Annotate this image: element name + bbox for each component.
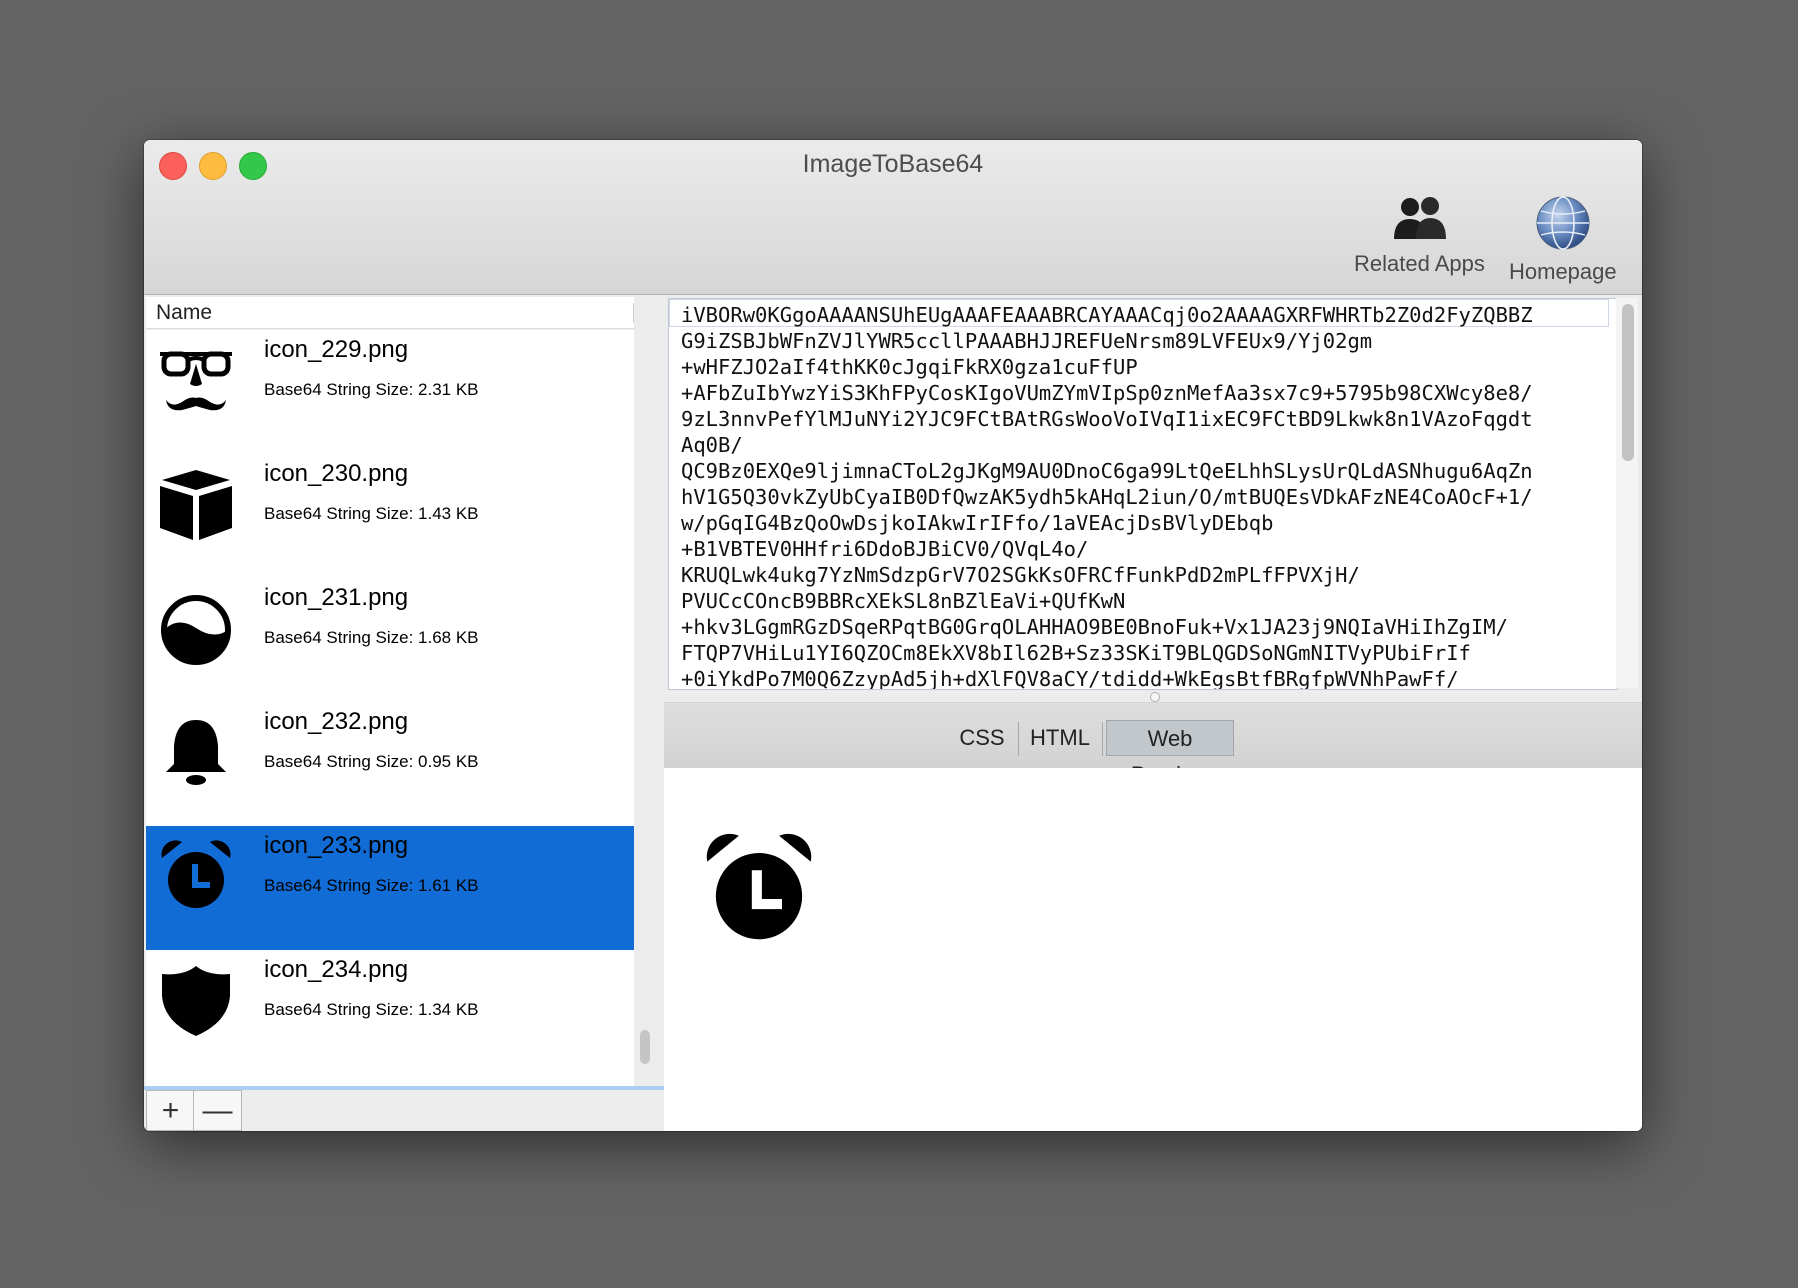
name-column-header[interactable]: Name (146, 297, 634, 329)
code-line: +AFbZuIbYwzYiS3KhFPyCosKIgoVUmZYmVIpSp0z… (681, 381, 1533, 405)
file-name: icon_233.png (264, 832, 409, 859)
file-size: Base64 String Size: 1.43 KB (264, 504, 479, 523)
file-size: Base64 String Size: 0.95 KB (264, 752, 479, 771)
alarm-clock-icon (706, 833, 812, 940)
tab-web-preview[interactable]: Web Preview (1106, 720, 1234, 787)
shield-icon (162, 966, 230, 1036)
code-line: G9iZSBJbWFnZVJlYWR5ccllPAAABHJJREFUeNrsm… (681, 329, 1373, 353)
output-tab-bar: CSS HTML Web Preview (664, 702, 1642, 787)
list-item[interactable]: icon_230.png Base64 String Size: 1.43 KB (146, 454, 634, 578)
people-icon (1394, 197, 1447, 239)
code-line: QC9Bz0EXQe9ljimnaCToL2gJKgM9AU0DnoC6ga99… (681, 459, 1533, 483)
code-line: w/pGqIG4BzQoOwDsjkoIAkwIrIFfo/1aVEAcjDsB… (681, 511, 1274, 535)
file-name: icon_231.png (264, 584, 409, 611)
tab-html[interactable]: HTML (1022, 720, 1098, 756)
list-item-selected[interactable]: icon_233.png Base64 String Size: 1.61 KB (146, 826, 634, 950)
file-size: Base64 String Size: 1.61 KB (264, 876, 479, 895)
file-list[interactable]: icon_229.png Base64 String Size: 2.31 KB… (146, 330, 634, 1089)
base64-text-view[interactable]: iVBORw0KGgoAAAANSUhEUgAAAFEAAABRCAYAAACq… (668, 298, 1618, 690)
glasses-mustache-icon (160, 351, 232, 411)
split-divider[interactable] (664, 690, 1642, 702)
file-list-pane: Name icon_229.png Base64 String Size: 2.… (144, 295, 670, 1090)
code-scrollbar-thumb[interactable] (1622, 304, 1634, 461)
tab-separator (1018, 722, 1019, 756)
file-size: Base64 String Size: 2.31 KB (264, 380, 479, 399)
bell-icon (166, 720, 226, 785)
code-line: +B1VBTEV0HHfri6DdoBJBiCV0/QVqL4o/ (681, 537, 1089, 561)
code-line: iVBORw0KGgoAAAANSUhEUgAAAFEAAABRCAYAAACq… (681, 303, 1533, 327)
add-button[interactable]: + (146, 1090, 195, 1131)
web-preview-area (664, 768, 1642, 1131)
code-scrollbar[interactable] (1616, 298, 1638, 688)
list-item[interactable]: icon_231.png Base64 String Size: 1.68 KB (146, 578, 634, 702)
homepage-button[interactable]: Homepage (1509, 195, 1617, 285)
window-title: ImageToBase64 (802, 150, 984, 178)
related-apps-label: Related Apps (1354, 251, 1485, 276)
alarm-clock-icon (161, 840, 231, 908)
list-item[interactable]: icon_229.png Base64 String Size: 2.31 KB (146, 330, 634, 454)
code-line: Aq0B/ (681, 433, 743, 457)
code-line: +0iYkdPo7M0Q6ZzypAd5jh+dXlFQV8aCY/tdidd+… (681, 667, 1459, 690)
file-name: icon_234.png (264, 956, 409, 983)
code-line: PVUCcCOncB9BBRcXEkSL8nBZlEaVi+QUfKwN (681, 589, 1126, 613)
name-column-label: Name (156, 301, 213, 324)
tab-separator (1102, 722, 1103, 756)
base64-text: iVBORw0KGgoAAAANSUhEUgAAAFEAAABRCAYAAACq… (681, 302, 1601, 690)
list-item[interactable]: icon_234.png Base64 String Size: 1.34 KB (146, 950, 634, 1074)
code-line: KRUQLwk4ukg7YzNmSdzpGrV7O2SGkKsOFRCfFunk… (681, 563, 1360, 587)
list-scrollbar[interactable] (640, 1030, 650, 1064)
file-size: Base64 String Size: 1.68 KB (264, 628, 479, 647)
detail-pane: iVBORw0KGgoAAAANSUhEUgAAAFEAAABRCAYAAACq… (664, 295, 1642, 1131)
app-window: ImageToBase64 Related Apps Homepage Name… (144, 140, 1642, 1131)
file-name: icon_229.png (264, 336, 409, 363)
file-size: Base64 String Size: 1.34 KB (264, 1000, 479, 1019)
file-name: icon_230.png (264, 460, 409, 487)
column-separator (633, 303, 634, 323)
title-bar: ImageToBase64 Related Apps Homepage (144, 140, 1642, 295)
list-bottom-bar: + — (144, 1090, 664, 1131)
related-apps-button[interactable]: Related Apps (1354, 195, 1485, 277)
code-line: hV1G5Q30vkZyUbCyaIB0DfQwzAK5ydh5kAHqL2iu… (681, 485, 1533, 509)
code-line: +wHFZJO2aIf4thKK0cJgqiFkRX0gza1cuFfUP (681, 355, 1138, 379)
wave-circle-icon (161, 595, 231, 665)
homepage-label: Homepage (1509, 259, 1617, 284)
code-line: FTQP7VHiLu1YI6QZOCm8EkXV8bIl62B+Sz33SKiT… (681, 641, 1471, 665)
code-line: +hkv3LGgmRGzDSqeRPqtBG0GrqOLAHHAO9BE0Bno… (681, 615, 1508, 639)
remove-button[interactable]: — (193, 1090, 242, 1131)
tab-css[interactable]: CSS (952, 720, 1012, 756)
cube-icon (160, 470, 232, 540)
split-handle[interactable] (1150, 692, 1160, 702)
code-line: 9zL3nnvPefYlMJuNYi2YJC9FCtBAtRGsWooVoIVq… (681, 407, 1533, 431)
list-item[interactable]: icon_232.png Base64 String Size: 0.95 KB (146, 702, 634, 826)
file-name: icon_232.png (264, 708, 409, 735)
globe-icon (1536, 196, 1590, 250)
